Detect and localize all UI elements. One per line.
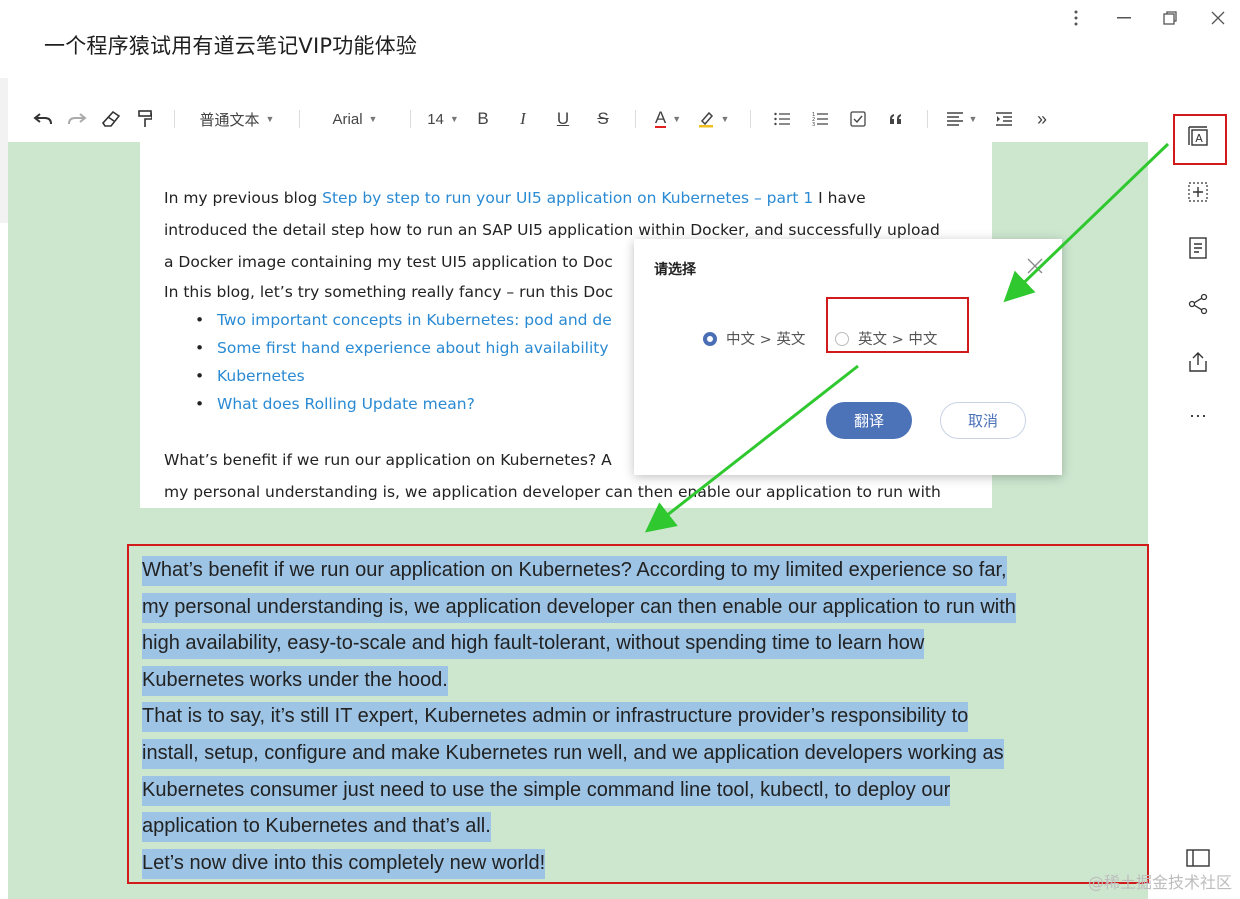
watermark: @稀土掘金技术社区 bbox=[1087, 873, 1232, 892]
arrow-to-text bbox=[644, 364, 859, 533]
annotation-arrows bbox=[644, 142, 1170, 533]
arrow-to-option bbox=[1003, 142, 1170, 303]
